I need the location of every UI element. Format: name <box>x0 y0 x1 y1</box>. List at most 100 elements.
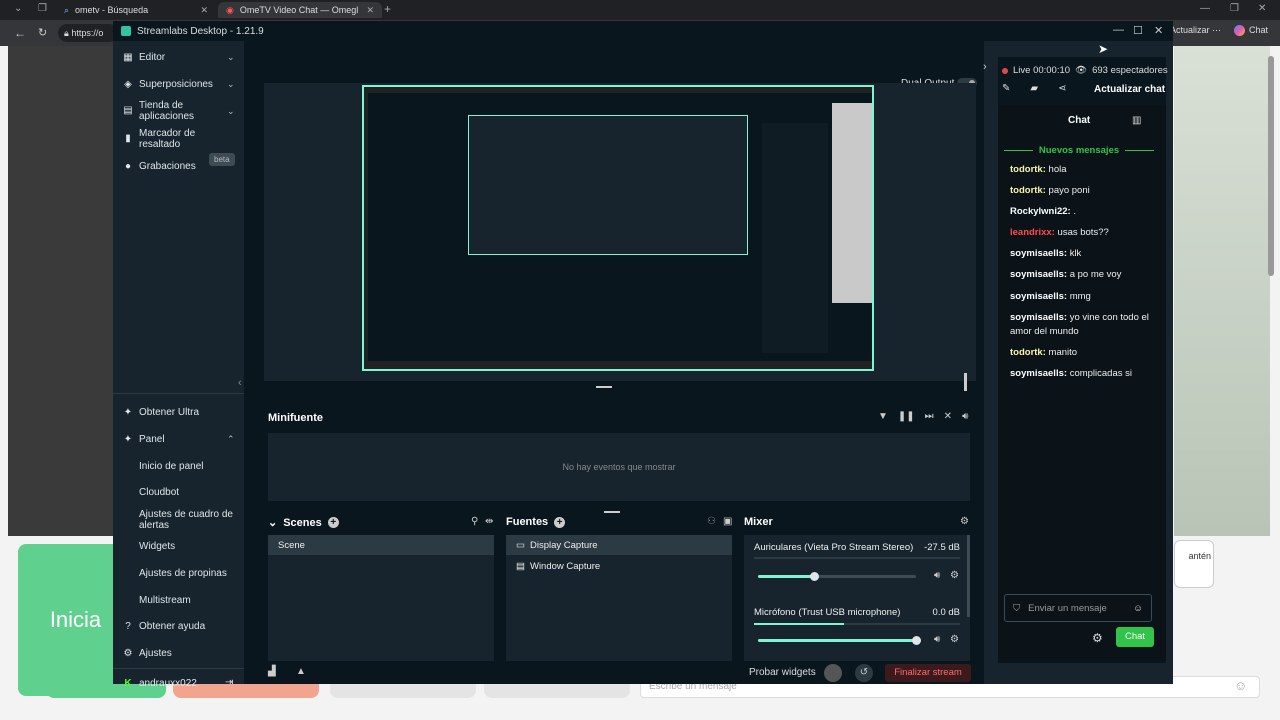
chat-username[interactable]: leandrixx: <box>1010 227 1055 238</box>
sidebar-item-app-store[interactable]: ▤ Tienda de aplicaciones ⌄ <box>123 100 234 122</box>
back-icon[interactable]: ← <box>14 26 26 40</box>
nested-chat <box>762 123 828 353</box>
gear-icon[interactable]: ⚙ <box>950 570 959 581</box>
volume-icon[interactable]: 🔊︎ <box>934 634 940 645</box>
group-icon[interactable]: ⚇ <box>707 516 716 527</box>
gear-icon[interactable]: ⚙ <box>950 634 959 645</box>
logout-icon[interactable]: ⇥ <box>225 677 233 688</box>
tab-search[interactable]: ⌕ ometv - Búsqueda ✕ <box>56 2 216 18</box>
audio-meter-level <box>754 623 844 625</box>
chat-username[interactable]: soymisaells: <box>1010 248 1067 259</box>
sidebar-subitem-alertbox[interactable]: Ajustes de cuadro de alertas <box>139 509 235 531</box>
source-properties-icon[interactable]: ▣ <box>723 516 732 527</box>
sidebar-item-recordings[interactable]: ● Grabaciones <box>123 161 196 172</box>
update-button[interactable]: Actualizar ⋯ <box>1170 25 1221 36</box>
preview-resize-handle[interactable] <box>964 373 967 391</box>
source-item[interactable]: ▭ Display Capture <box>506 535 732 555</box>
tab-chat[interactable]: Chat <box>1068 115 1090 126</box>
record-button[interactable] <box>824 664 842 682</box>
source-item[interactable]: ▤ Window Capture <box>506 556 732 576</box>
close-tab-icon[interactable]: ✕ <box>200 5 208 16</box>
chat-username[interactable]: todortk: <box>1010 164 1046 175</box>
chat-text: payo poni <box>1048 185 1090 196</box>
sidebar-item-highlighter[interactable]: ▮ Marcador de resaltado <box>123 128 205 150</box>
chevron-down-icon[interactable]: ⌄ <box>268 516 277 529</box>
stats-icon[interactable]: ▟ <box>268 666 276 677</box>
studio-mode-icon[interactable]: ⇹ <box>485 516 493 527</box>
chat-username[interactable]: soymisaells: <box>1010 368 1067 379</box>
sidebar-subitem-widgets[interactable]: Widgets <box>139 541 175 552</box>
display-capture-source[interactable] <box>362 85 874 371</box>
collapse-sidebar-icon[interactable]: ‹ <box>238 377 242 389</box>
skip-icon[interactable]: ⏭ <box>925 411 934 422</box>
scene-item[interactable]: Scene <box>268 535 494 555</box>
chat-username[interactable]: Rockylwni22: <box>1010 206 1071 217</box>
sidebar-subitem-tips[interactable]: Ajustes de propinas <box>139 568 227 579</box>
tab-ometv[interactable]: ◉ OmeTV Video Chat — Omegl ✕ <box>218 2 382 18</box>
page-scrollbar[interactable] <box>1268 56 1274 276</box>
close-window-icon[interactable]: ✕ <box>1258 3 1266 14</box>
users-icon[interactable]: ▥ <box>1132 115 1141 126</box>
refresh-chat-button[interactable]: Actualizar chat <box>1094 84 1165 95</box>
maximize-icon[interactable]: ☐ <box>1133 24 1143 37</box>
volume-knob[interactable] <box>911 636 921 645</box>
sidebar-subitem-multistream[interactable]: Multistream <box>139 595 191 606</box>
tab-list-icon[interactable]: ⌄ <box>14 3 22 14</box>
performance-icon[interactable]: ▲ <box>296 666 306 677</box>
send-chat-button[interactable]: Chat <box>1116 627 1154 647</box>
scene-transitions-icon[interactable]: ⚲ <box>471 516 478 527</box>
share-icon[interactable]: ⋖ <box>1058 83 1066 94</box>
drag-handle[interactable] <box>604 511 620 513</box>
tab-group-icon[interactable]: ❐ <box>38 3 47 14</box>
volume-icon[interactable]: 🔊︎ <box>962 411 968 422</box>
chat-username[interactable]: soymisaells: <box>1010 291 1067 302</box>
chat-username[interactable]: soymisaells: <box>1010 312 1067 323</box>
restore-icon[interactable]: ❐ <box>1230 3 1239 14</box>
add-source-icon[interactable]: + <box>554 516 566 528</box>
popout-icon[interactable]: ▰ <box>1030 83 1038 94</box>
chat-username[interactable]: soymisaells: <box>1010 269 1067 280</box>
end-stream-button[interactable]: Finalizar stream <box>885 664 971 682</box>
sidebar-item-ultra[interactable]: ✦ Obtener Ultra <box>123 407 199 418</box>
reload-icon[interactable]: ↻ <box>38 26 47 39</box>
chat-input[interactable]: ⛉ Enviar un mensaje ☺ <box>1004 594 1152 622</box>
volume-slider[interactable] <box>758 636 921 645</box>
sidebar-item-panel[interactable]: ✦ Panel ⌃ <box>123 434 235 445</box>
sidebar-item-editor[interactable]: ▦ Editor ⌄ <box>123 52 234 63</box>
mixer-scrollbar[interactable] <box>967 535 970 617</box>
volume-slider[interactable] <box>758 572 916 581</box>
minimize-icon[interactable]: — <box>1113 24 1124 36</box>
replay-buffer-icon[interactable]: ↺ <box>855 664 873 682</box>
chat-text: hola <box>1048 164 1067 175</box>
volume-knob[interactable] <box>810 572 820 581</box>
close-tab-icon[interactable]: ✕ <box>366 5 374 16</box>
sidebar-subitem-dashboard-home[interactable]: Inicio de panel <box>139 461 204 472</box>
chat-username[interactable]: todortk: <box>1010 347 1046 358</box>
user-account[interactable]: K andrauxx022 <box>123 678 196 689</box>
sidebar-item-settings[interactable]: ⚙ Ajustes <box>123 648 172 659</box>
emoji-icon[interactable]: ☺ <box>1234 678 1247 693</box>
gear-icon[interactable]: ⚙ <box>960 516 969 527</box>
expand-chat-icon[interactable]: › <box>983 61 987 73</box>
url-field[interactable]: 🔒︎ https://o <box>58 24 118 42</box>
new-tab-icon[interactable]: + <box>384 2 391 16</box>
sidebar-item-help[interactable]: ? Obtener ayuda <box>123 621 205 632</box>
chat-username[interactable]: todortk: <box>1010 185 1046 196</box>
pause-icon[interactable]: ❚❚ <box>898 411 915 422</box>
drag-handle[interactable] <box>596 386 612 388</box>
chat-browser-button[interactable]: Chat <box>1234 25 1268 36</box>
mute-alerts-icon[interactable]: ✕ <box>944 411 952 422</box>
minimize-icon[interactable]: — <box>1200 3 1210 14</box>
sidebar-subitem-cloudbot[interactable]: Cloudbot <box>139 487 179 498</box>
volume-icon[interactable]: 🔊︎ <box>934 570 940 581</box>
audio-meter <box>754 557 960 559</box>
chevron-up-icon: ⌃ <box>227 434 235 444</box>
sidebar-item-overlays[interactable]: ◈ Superposiciones ⌄ <box>123 79 234 90</box>
edit-icon[interactable]: ✎ <box>1002 83 1010 94</box>
emoji-icon[interactable]: ☺ <box>1133 603 1143 614</box>
test-widgets-label[interactable]: Probar widgets <box>749 667 816 678</box>
gear-icon[interactable]: ⚙ <box>1092 631 1103 645</box>
add-scene-icon[interactable]: + <box>327 517 339 528</box>
close-icon[interactable]: ✕ <box>1154 24 1163 37</box>
filter-icon[interactable]: ▼ <box>878 411 888 422</box>
